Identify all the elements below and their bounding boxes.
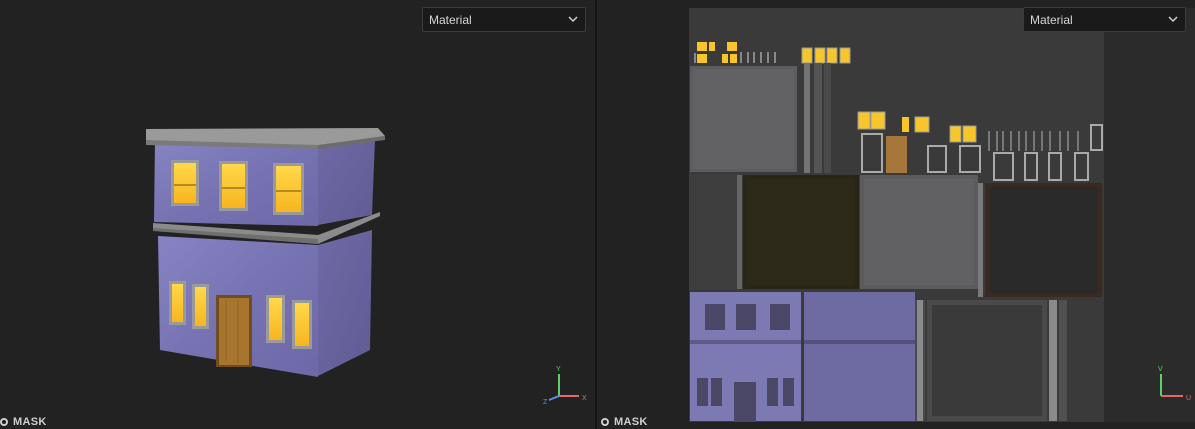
3d-viewport[interactable]: Material Y X Z MASK xyxy=(0,0,595,429)
mask-label: MASK xyxy=(13,416,47,428)
axis-u-label: U xyxy=(1186,395,1191,402)
building-3d-model[interactable] xyxy=(0,0,595,429)
material-channel-value-uv: Material xyxy=(1030,12,1073,27)
mask-toggle-icon xyxy=(0,418,8,426)
axis-v-label: V xyxy=(1158,366,1163,373)
mask-label-uv: MASK xyxy=(614,416,648,428)
mask-toggle-uv[interactable]: MASK xyxy=(601,415,648,429)
axis-z-label: Z xyxy=(543,399,548,406)
material-channel-value: Material xyxy=(429,12,472,27)
axis-gizmo-icon: Y X Z xyxy=(543,366,587,406)
chevron-down-icon xyxy=(568,16,578,23)
mask-toggle[interactable]: MASK xyxy=(0,415,47,429)
axis-x-label: X xyxy=(582,395,587,402)
uv-texture-sheet[interactable] xyxy=(597,0,1195,429)
uv-axis-gizmo-icon: V U xyxy=(1158,366,1191,402)
mask-toggle-icon xyxy=(601,418,609,426)
upper-side-wall xyxy=(318,140,375,225)
lower-side-wall xyxy=(318,230,372,376)
door xyxy=(216,295,252,367)
material-channel-select-uv[interactable]: Material xyxy=(1023,7,1186,32)
chevron-down-icon xyxy=(1168,16,1178,23)
axis-y-label: Y xyxy=(556,366,561,373)
2d-uv-viewport[interactable]: Material V U MASK xyxy=(597,0,1195,429)
material-channel-select[interactable]: Material xyxy=(422,7,586,32)
